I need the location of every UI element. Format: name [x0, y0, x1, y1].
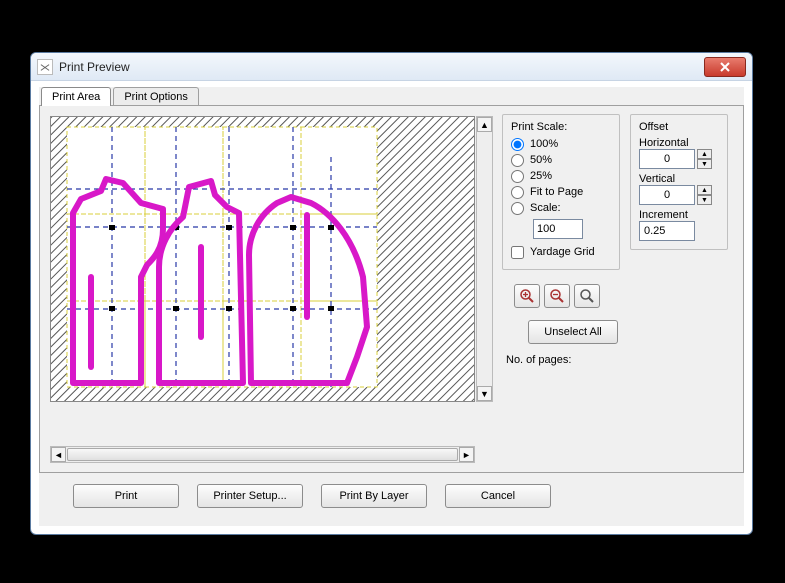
- scroll-down-button[interactable]: ▼: [477, 386, 492, 401]
- unselect-all-button[interactable]: Unselect All: [528, 320, 618, 344]
- tab-panel: ▲ ▼ ◄ ► Print Scale: 100%: [39, 105, 744, 473]
- window-title: Print Preview: [59, 60, 130, 74]
- offset-group: Offset Horizontal ▲ ▼ Vertical ▲: [630, 114, 728, 250]
- offset-v-label: Vertical: [639, 173, 719, 185]
- close-icon: [719, 62, 731, 72]
- printer-setup-button[interactable]: Printer Setup...: [197, 484, 303, 508]
- scale-50-radio[interactable]: [511, 154, 524, 167]
- app-icon: [37, 59, 53, 75]
- scale-100-row[interactable]: 100%: [511, 137, 611, 150]
- tab-print-area[interactable]: Print Area: [41, 87, 111, 106]
- titlebar[interactable]: Print Preview: [31, 53, 752, 81]
- bottom-button-row: Print Printer Setup... Print By Layer Ca…: [73, 484, 551, 508]
- pages-label: No. of pages:: [506, 354, 728, 366]
- tab-bar: Print Area Print Options: [39, 87, 744, 106]
- print-by-layer-button[interactable]: Print By Layer: [321, 484, 427, 508]
- yardage-checkbox[interactable]: [511, 246, 524, 259]
- offset-h-label: Horizontal: [639, 137, 719, 149]
- print-preview-window: Print Preview Print Area Print Options: [30, 52, 753, 535]
- scale-25-label: 25%: [530, 170, 552, 182]
- scale-25-radio[interactable]: [511, 170, 524, 183]
- zoom-in-button[interactable]: [514, 284, 540, 308]
- scale-25-row[interactable]: 25%: [511, 169, 611, 182]
- offset-title: Offset: [639, 121, 719, 133]
- tab-print-options[interactable]: Print Options: [113, 87, 199, 106]
- scroll-right-button[interactable]: ►: [459, 447, 474, 462]
- print-button[interactable]: Print: [73, 484, 179, 508]
- zoom-out-button[interactable]: [544, 284, 570, 308]
- preview-area: ▲ ▼ ◄ ►: [50, 116, 475, 441]
- print-scale-group: Print Scale: 100% 50% 25%: [502, 114, 620, 270]
- offset-v-spin: ▲ ▼: [639, 185, 719, 205]
- scale-custom-input[interactable]: [533, 219, 583, 239]
- offset-h-down-button[interactable]: ▼: [697, 159, 712, 169]
- offset-h-spin: ▲ ▼: [639, 149, 719, 169]
- offset-v-up-button[interactable]: ▲: [697, 185, 712, 195]
- offset-v-down-button[interactable]: ▼: [697, 195, 712, 205]
- offset-v-input[interactable]: [639, 185, 695, 205]
- zoom-fit-icon: [579, 288, 595, 304]
- scale-fit-label: Fit to Page: [530, 186, 583, 198]
- scale-custom-label: Scale:: [530, 202, 561, 214]
- yardage-label: Yardage Grid: [530, 246, 595, 258]
- client-area: Print Area Print Options: [39, 87, 744, 526]
- scale-custom-radio[interactable]: [511, 202, 524, 215]
- scale-fit-row[interactable]: Fit to Page: [511, 185, 611, 198]
- zoom-in-icon: [519, 288, 535, 304]
- offset-h-up-button[interactable]: ▲: [697, 149, 712, 159]
- scroll-left-button[interactable]: ◄: [51, 447, 66, 462]
- scale-50-row[interactable]: 50%: [511, 153, 611, 166]
- offset-h-input[interactable]: [639, 149, 695, 169]
- preview-horizontal-scrollbar[interactable]: ◄ ►: [50, 446, 475, 463]
- offset-inc-label: Increment: [639, 209, 719, 221]
- print-scale-title: Print Scale:: [511, 121, 611, 133]
- cancel-button[interactable]: Cancel: [445, 484, 551, 508]
- offset-inc-value: 0.25: [639, 221, 695, 241]
- scroll-thumb[interactable]: [67, 448, 458, 461]
- scale-100-radio[interactable]: [511, 138, 524, 151]
- preview-canvas[interactable]: [50, 116, 475, 402]
- close-button[interactable]: [704, 57, 746, 77]
- scale-custom-row[interactable]: Scale:: [511, 201, 611, 214]
- preview-vertical-scrollbar[interactable]: ▲ ▼: [476, 116, 493, 402]
- yardage-row[interactable]: Yardage Grid: [511, 245, 611, 258]
- zoom-row: [514, 276, 728, 308]
- right-panel: Print Scale: 100% 50% 25%: [502, 114, 728, 366]
- zoom-out-icon: [549, 288, 565, 304]
- scale-100-label: 100%: [530, 138, 558, 150]
- scale-50-label: 50%: [530, 154, 552, 166]
- scroll-up-button[interactable]: ▲: [477, 117, 492, 132]
- zoom-fit-button[interactable]: [574, 284, 600, 308]
- scale-fit-radio[interactable]: [511, 186, 524, 199]
